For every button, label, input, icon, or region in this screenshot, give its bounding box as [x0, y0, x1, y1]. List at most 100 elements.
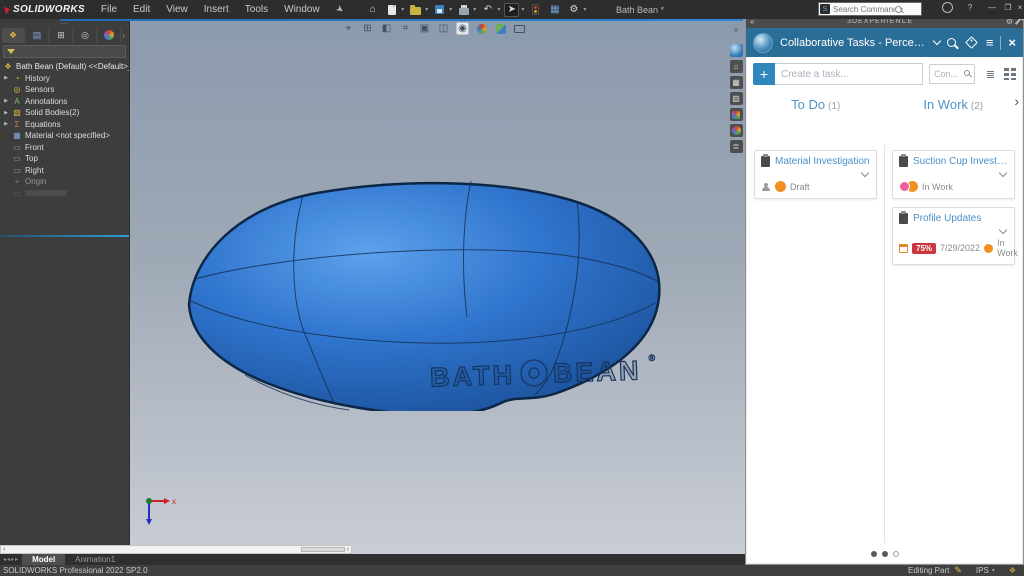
tree-item-material[interactable]: ▦ Material <not specified>: [0, 130, 129, 142]
close-button[interactable]: ×: [1012, 0, 1024, 14]
save-icon[interactable]: [432, 3, 447, 17]
hide-show-items-icon[interactable]: ◉: [456, 22, 469, 35]
strip-apps-icon[interactable]: ▦: [730, 76, 743, 89]
expand-arrow-icon[interactable]: ▶: [3, 98, 9, 104]
tree-filter-input[interactable]: [18, 47, 195, 56]
dock-pin-icon[interactable]: [1015, 18, 1021, 25]
strip-list-icon[interactable]: ≣: [730, 140, 743, 153]
help-icon[interactable]: ?: [962, 0, 978, 14]
tree-item-front-plane[interactable]: ▭ Front: [0, 142, 129, 154]
content-search-icon[interactable]: [964, 70, 970, 76]
display-style-icon[interactable]: ◫: [437, 22, 450, 35]
strip-home-icon[interactable]: ⌂: [730, 60, 743, 73]
view-orientation-icon[interactable]: ▣: [418, 22, 431, 35]
menu-pin-icon[interactable]: ➤: [333, 3, 345, 16]
undo-icon[interactable]: ↶: [480, 3, 495, 17]
menu-view[interactable]: View: [158, 4, 196, 15]
expand-arrow-icon[interactable]: ▶: [3, 75, 9, 81]
tree-root-item[interactable]: ❖ Bath Bean (Default) <<Default>_Display: [0, 61, 129, 73]
graphics-viewport[interactable]: ⌖ ⊞ ◧ ⌗ ▣ ◫ ◉ × ⌂ ▦ ▨ ≣: [130, 19, 745, 554]
strip-addins-icon[interactable]: [730, 108, 743, 121]
menu-window[interactable]: Window: [276, 4, 328, 15]
tree-item-solid-bodies[interactable]: ▶ ▨ Solid Bodies(2): [0, 107, 129, 119]
status-tag-icon[interactable]: ❖: [1009, 566, 1016, 575]
tree-item-history[interactable]: ▶ ◔ History: [0, 73, 129, 85]
scrollbar-thumb[interactable]: [301, 547, 345, 552]
section-view-icon[interactable]: ◧: [380, 22, 393, 35]
tree-filter-box[interactable]: [3, 45, 126, 58]
column-todo-header[interactable]: To Do(1): [747, 97, 885, 112]
task-card-suction-cup[interactable]: Suction Cup Investigatio... In Work: [892, 150, 1015, 199]
user-account-icon[interactable]: [942, 2, 953, 13]
status-units-text[interactable]: IPS: [976, 566, 989, 575]
strip-folder-icon[interactable]: ▨: [730, 92, 743, 105]
menu-edit[interactable]: Edit: [125, 4, 158, 15]
tab-propertymanager[interactable]: ▤: [26, 28, 49, 43]
create-task-input[interactable]: [775, 63, 923, 85]
grid-view-icon[interactable]: [1004, 68, 1016, 80]
search-commands-input[interactable]: [833, 5, 895, 14]
panel-search-icon[interactable]: [947, 38, 956, 47]
menu-tools[interactable]: Tools: [237, 4, 276, 15]
tab-nav-arrows[interactable]: ◂◂▸▸: [0, 556, 22, 563]
zoom-area-icon[interactable]: ⊞: [361, 22, 374, 35]
search-icon[interactable]: [895, 6, 902, 13]
3dexperience-compass-icon[interactable]: [730, 44, 743, 57]
tree-item-equations[interactable]: ▶ Σ Equations: [0, 119, 129, 131]
new-caret-icon[interactable]: ▾: [401, 6, 404, 13]
page-dot-3[interactable]: [893, 551, 899, 557]
tab-displaymanager[interactable]: [98, 28, 121, 43]
select-cursor-icon[interactable]: ➤: [504, 3, 519, 17]
tree-horizontal-scrollbar[interactable]: ‹ ›: [0, 545, 352, 554]
next-column-icon[interactable]: ›: [1014, 93, 1019, 109]
card-expand-chevron-icon[interactable]: [999, 226, 1007, 234]
task-title-link[interactable]: Profile Updates: [913, 213, 1008, 224]
task-card-profile-updates[interactable]: Profile Updates 75% 7/29/2022 In Work: [892, 207, 1015, 265]
column-inwork-header[interactable]: In Work(2): [885, 97, 1023, 112]
save-caret-icon[interactable]: ▾: [449, 6, 452, 13]
panel-menu-icon[interactable]: ≡: [986, 36, 994, 49]
tabs-overflow-icon[interactable]: ›: [122, 31, 129, 40]
panel-tag-icon[interactable]: [965, 36, 978, 49]
strip-close-icon[interactable]: ×: [733, 25, 738, 35]
minimize-button[interactable]: —: [984, 0, 1000, 14]
select-caret-icon[interactable]: ▾: [521, 6, 524, 13]
print-caret-icon[interactable]: ▾: [473, 6, 476, 13]
search-commands-box[interactable]: S ▾: [818, 2, 922, 16]
measure-icon[interactable]: ⌗: [399, 22, 412, 35]
units-caret-icon[interactable]: ▾: [992, 567, 995, 574]
tab-animation1[interactable]: Animation1: [65, 554, 125, 565]
tab-model[interactable]: Model: [22, 554, 65, 565]
scroll-right-icon[interactable]: ›: [347, 546, 349, 553]
tree-item-origin[interactable]: ⌖ Origin: [0, 176, 129, 188]
bath-bean-model[interactable]: BATH BEAN ®: [185, 169, 665, 411]
panel-close-icon[interactable]: ×: [1008, 35, 1016, 50]
task-card-material-investigation[interactable]: Material Investigation Draft: [754, 150, 877, 199]
task-title-link[interactable]: Suction Cup Investigatio...: [913, 156, 1008, 167]
new-document-icon[interactable]: [384, 3, 399, 17]
panel-title-chevron-icon[interactable]: [933, 37, 941, 45]
expand-arrow-icon[interactable]: ▶: [3, 121, 9, 127]
tree-item-suppressed[interactable]: ▭: [0, 188, 129, 200]
tab-configurationmanager[interactable]: ⊞: [50, 28, 73, 43]
zoom-fit-icon[interactable]: ⌖: [342, 22, 355, 35]
search-scope-icon[interactable]: S: [820, 4, 830, 14]
edit-appearance-icon[interactable]: [475, 22, 488, 35]
tab-dimxpertmanager[interactable]: ◎: [74, 28, 97, 43]
tab-featuremanager[interactable]: ❖: [2, 28, 25, 43]
tree-item-annotations[interactable]: ▶ A Annotations: [0, 96, 129, 108]
expand-arrow-icon[interactable]: ▶: [3, 110, 9, 116]
add-task-button[interactable]: +: [753, 63, 775, 85]
page-dot-1[interactable]: [871, 551, 877, 557]
view-settings-icon[interactable]: [513, 22, 526, 35]
open-icon[interactable]: [408, 3, 423, 17]
list-view-icon[interactable]: ≣: [983, 68, 998, 81]
apply-scene-icon[interactable]: [494, 22, 507, 35]
open-caret-icon[interactable]: ▾: [425, 6, 428, 13]
menu-insert[interactable]: Insert: [196, 4, 237, 15]
strip-colorwheel-icon[interactable]: [730, 124, 743, 137]
menu-file[interactable]: File: [93, 4, 125, 15]
print-icon[interactable]: [456, 3, 471, 17]
tree-item-top-plane[interactable]: ▭ Top: [0, 153, 129, 165]
tree-item-sensors[interactable]: ◎ Sensors: [0, 84, 129, 96]
